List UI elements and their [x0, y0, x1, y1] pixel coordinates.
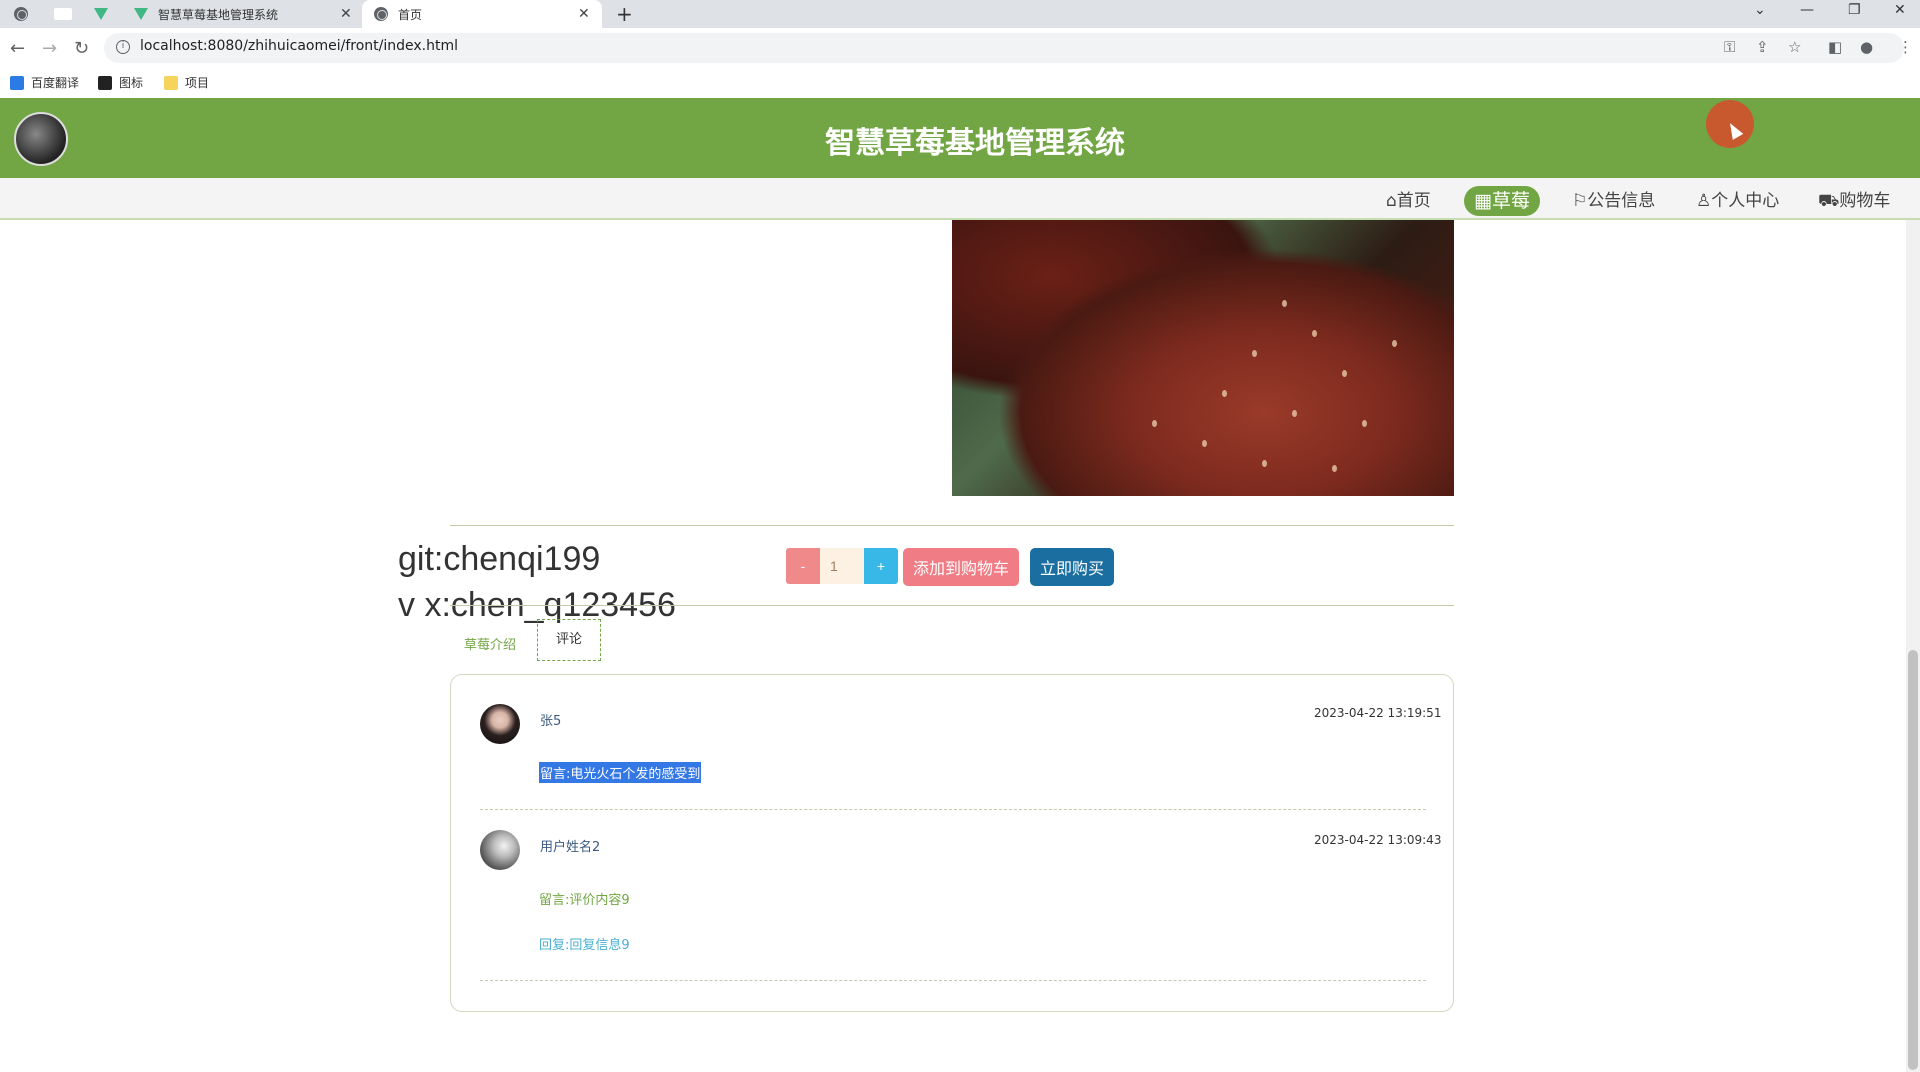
bookmark-label: 图标	[119, 76, 144, 90]
globe-icon	[14, 7, 28, 21]
nav-personal-center[interactable]: ♙个人中心	[1686, 186, 1789, 216]
close-window-icon[interactable]: ✕	[1894, 2, 1906, 18]
vue-icon	[94, 8, 108, 20]
bookmark-label: 项目	[185, 76, 210, 90]
quantity-decrease-button[interactable]: -	[786, 548, 820, 584]
url-text[interactable]: localhost:8080/zhihuicaomei/front/index.…	[140, 38, 458, 54]
restore-icon[interactable]: ❐	[1848, 2, 1861, 18]
minimize-icon[interactable]: —	[1800, 2, 1814, 18]
bookmark-label: 百度翻译	[31, 76, 80, 90]
forward-icon[interactable]: →	[42, 38, 57, 59]
site-title: 智慧草莓基地管理系统	[825, 126, 1125, 161]
bookmark-icons[interactable]: 图标	[98, 74, 143, 91]
comment-separator	[480, 980, 1426, 981]
quantity-input[interactable]	[820, 548, 864, 584]
translate-icon	[10, 75, 24, 90]
folder-icon	[164, 75, 178, 90]
new-tab-icon[interactable]: +	[616, 2, 633, 26]
sidepanel-icon[interactable]: ◧	[1828, 38, 1842, 56]
bookmark-baidu-translate[interactable]: 百度翻译	[10, 74, 79, 91]
cart-icon: ⛟	[1818, 191, 1840, 211]
comment-message: 留言:电光火石个发的感受到	[539, 762, 702, 783]
quantity-increase-button[interactable]: +	[864, 548, 898, 584]
globe-icon	[374, 7, 388, 21]
section-divider	[450, 605, 1454, 606]
comment-author: 张5	[540, 714, 562, 729]
comment-reply: 回复:回复信息9	[539, 938, 630, 953]
comment-separator	[480, 809, 1426, 810]
tab-comments[interactable]: 评论	[537, 619, 601, 661]
add-to-cart-button[interactable]: 添加到购物车	[903, 548, 1019, 586]
close-tab-icon[interactable]: ✕	[578, 6, 590, 22]
user-icon: ♙	[1696, 191, 1712, 211]
browser-tab-4[interactable]: 智慧草莓基地管理系统 ✕	[134, 0, 358, 28]
home-icon: ⌂	[1386, 191, 1397, 211]
nav-announcements[interactable]: ⚐公告信息	[1562, 186, 1665, 216]
bookmarks-bar	[0, 68, 1920, 98]
bookmark-project[interactable]: 项目	[164, 74, 209, 91]
menu-icon[interactable]: ⋮	[1898, 38, 1913, 56]
comment-author: 用户姓名2	[540, 840, 601, 855]
tab-title: 首页	[398, 7, 423, 22]
comment-time: 2023-04-22 13:09:43	[1314, 833, 1442, 847]
browser-tab-2[interactable]	[54, 0, 72, 28]
scrollbar-thumb[interactable]	[1908, 650, 1918, 1070]
browser-tab-active[interactable]: 首页 ✕	[362, 0, 602, 28]
grid-icon: ▦	[1474, 190, 1492, 212]
site-info-icon[interactable]: i	[116, 40, 130, 54]
flag-icon: ⚐	[1572, 191, 1588, 211]
watermark-line-1: git:chenqi199	[398, 540, 601, 578]
comment-message: 留言:评价内容9	[539, 893, 630, 908]
blank-page-icon	[54, 8, 72, 20]
key-icon[interactable]: ⚿	[1724, 38, 1735, 56]
product-image	[952, 220, 1454, 496]
buy-now-button[interactable]: 立即购买	[1030, 548, 1114, 586]
nav-home[interactable]: ⌂首页	[1376, 186, 1441, 216]
vue-icon	[134, 8, 148, 20]
back-icon[interactable]: ←	[10, 38, 25, 59]
nav-strawberry[interactable]: ▦草莓	[1464, 186, 1540, 216]
star-icon[interactable]: ☆	[1788, 38, 1801, 56]
close-tab-icon[interactable]: ✕	[340, 6, 352, 22]
tab-search-icon[interactable]: ⌄	[1754, 2, 1766, 18]
tab-title: 智慧草莓基地管理系统	[158, 7, 279, 22]
avatar	[480, 830, 520, 870]
profile-icon[interactable]: ●	[1860, 38, 1873, 56]
browser-tab-3[interactable]	[94, 0, 108, 28]
section-divider	[450, 525, 1454, 526]
tab-product-intro[interactable]: 草莓介绍	[458, 630, 522, 657]
avatar	[480, 704, 520, 744]
reload-icon[interactable]: ↻	[74, 38, 89, 59]
comment-time: 2023-04-22 13:19:51	[1314, 706, 1442, 720]
image-icon	[98, 75, 112, 90]
browser-tab-1[interactable]	[14, 0, 28, 28]
nav-cart[interactable]: ⛟购物车	[1808, 186, 1900, 216]
share-icon[interactable]: ⇪	[1756, 38, 1769, 56]
comments-panel	[450, 674, 1454, 1012]
